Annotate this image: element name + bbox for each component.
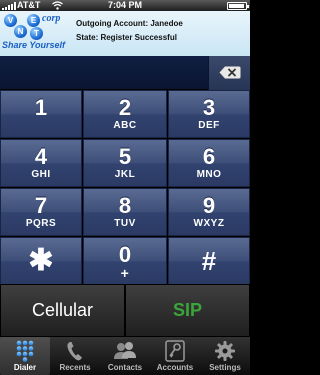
status-bar: AT&T 7:04 PM — [0, 0, 250, 11]
contacts-icon — [114, 342, 136, 359]
key-2[interactable]: 2 ABC — [83, 90, 167, 138]
phone-handset-icon — [67, 342, 82, 361]
sip-call-button[interactable]: SIP — [125, 284, 250, 337]
key-letters: ABC — [113, 120, 137, 131]
registration-state: State: Register Successful — [76, 33, 177, 42]
tab-dialer[interactable]: Dialer — [0, 337, 50, 375]
key-hash[interactable]: # — [168, 237, 250, 285]
cellular-call-button[interactable]: Cellular — [0, 284, 125, 337]
dial-keypad: 1 2 ABC 3 DEF 4 GHI 5 JKL 6 MNO 7 PQRS 8… — [0, 90, 250, 285]
battery-icon — [227, 2, 249, 10]
key-letters: JKL — [114, 169, 136, 180]
key-digit: 3 — [202, 95, 216, 120]
tab-label: Settings — [209, 363, 241, 372]
key-9[interactable]: 9 WXYZ — [168, 188, 250, 236]
backspace-icon — [219, 66, 241, 79]
key-digit: 6 — [202, 144, 216, 169]
app-header: V N E T corp Share Yourself Outgoing Acc… — [0, 11, 250, 56]
key-8[interactable]: 8 TUV — [83, 188, 167, 236]
key-1[interactable]: 1 — [0, 90, 82, 138]
key-letters: MNO — [196, 169, 222, 180]
key-digit: 8 — [118, 193, 132, 218]
keypad-icon — [16, 340, 34, 362]
key-3[interactable]: 3 DEF — [168, 90, 250, 138]
key-letters: DEF — [198, 120, 220, 131]
key-digit: 9 — [202, 193, 216, 218]
tab-label: Dialer — [13, 363, 37, 372]
tab-settings[interactable]: Settings — [200, 337, 250, 375]
status-time: 7:04 PM — [107, 0, 142, 10]
tab-recents[interactable]: Recents — [50, 337, 100, 375]
backspace-button[interactable] — [208, 56, 250, 90]
logo-corp: corp — [42, 13, 61, 24]
outgoing-account: Outgoing Account: Janedoe — [76, 19, 183, 28]
tab-accounts[interactable]: Accounts — [150, 337, 200, 375]
key-4[interactable]: 4 GHI — [0, 139, 82, 187]
key-letters: GHI — [31, 169, 51, 180]
key-digit: 0 — [118, 242, 132, 267]
key-digit: ✱ — [28, 244, 54, 277]
key-letters: WXYZ — [193, 218, 225, 229]
key-icon — [165, 340, 185, 362]
vnet-logo: V N E T corp Share Yourself — [2, 12, 68, 55]
logo-letter: T — [30, 27, 43, 40]
tab-bar: Dialer Recents Contacts Accounts Setting… — [0, 337, 250, 375]
tab-label: Accounts — [156, 363, 194, 372]
dial-number-display — [0, 56, 250, 90]
tab-label: Recents — [59, 363, 91, 372]
key-digit: # — [201, 246, 217, 276]
key-letters: PQRS — [25, 218, 57, 229]
key-6[interactable]: 6 MNO — [168, 139, 250, 187]
key-digit: 1 — [34, 95, 48, 120]
key-digit: 5 — [118, 144, 132, 169]
account-status: Outgoing Account: Janedoe State: Registe… — [76, 17, 183, 45]
key-star[interactable]: ✱ — [0, 237, 82, 285]
key-letters: TUV — [114, 218, 136, 229]
key-digit: 7 — [34, 193, 48, 218]
logo-letter: E — [27, 14, 40, 27]
logo-tagline: Share Yourself — [2, 40, 66, 50]
key-7[interactable]: 7 PQRS — [0, 188, 82, 236]
key-0[interactable]: 0 + — [83, 237, 167, 285]
logo-letter: N — [14, 25, 27, 38]
key-letters: + — [120, 265, 130, 281]
tab-label: Contacts — [107, 363, 143, 372]
gear-icon — [215, 341, 235, 361]
key-digit: 2 — [118, 95, 132, 120]
key-digit: 4 — [34, 144, 48, 169]
key-5[interactable]: 5 JKL — [83, 139, 167, 187]
tab-contacts[interactable]: Contacts — [100, 337, 150, 375]
call-mode-selector: Cellular SIP — [0, 284, 250, 337]
logo-letter: V — [4, 14, 17, 27]
